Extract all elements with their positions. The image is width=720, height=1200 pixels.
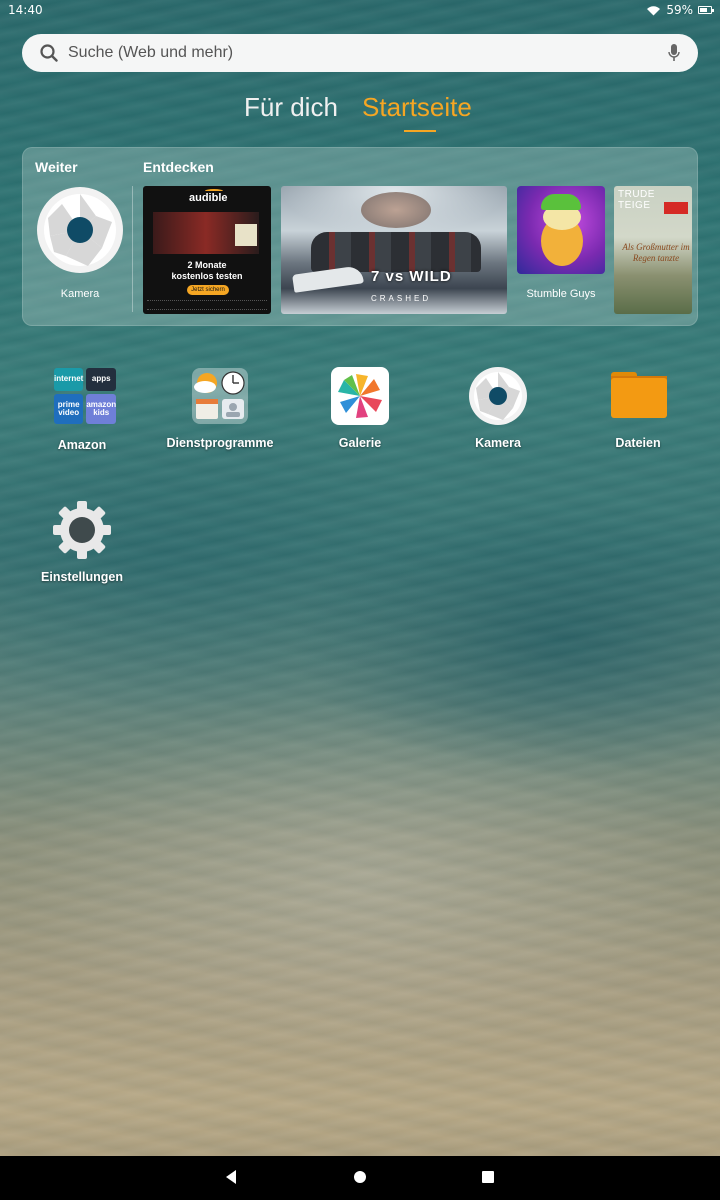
search-icon <box>40 44 58 62</box>
camera-shutter-icon <box>37 187 123 273</box>
app-label: Dateien <box>615 436 661 450</box>
stumble-guys-label: Stumble Guys <box>526 288 596 300</box>
wifi-icon <box>647 5 661 15</box>
audible-fine-print <box>147 300 267 310</box>
app-dienstprogramme[interactable]: Dienstprogramme <box>160 366 280 450</box>
show-poster-face <box>361 192 431 228</box>
show-title: 7 vs WILD <box>371 268 452 285</box>
continue-heading: Weiter <box>35 159 78 175</box>
discover-heading: Entdecken <box>143 159 214 175</box>
app-label: Galerie <box>338 436 382 450</box>
navigation-bar <box>0 1156 720 1200</box>
back-icon[interactable] <box>224 1169 238 1185</box>
book-title: Als Großmutter im Regen tanzte <box>622 242 690 263</box>
app-galerie[interactable]: Galerie <box>300 366 420 450</box>
search-input[interactable]: Suche (Web und mehr) <box>68 44 668 62</box>
search-bar[interactable]: Suche (Web und mehr) <box>22 34 698 72</box>
utilities-folder-icon <box>190 366 250 426</box>
stumble-guys-icon <box>517 186 605 274</box>
discover-panel: Weiter Entdecken Kamera audible 2 Monate… <box>22 147 698 326</box>
amazon-folder-icon: internet apps prime video amazon kids <box>52 368 117 428</box>
audible-cta-button[interactable]: Jetzt sichern <box>187 285 229 295</box>
continue-app-kamera[interactable]: Kamera <box>35 186 125 306</box>
apps-tile: apps <box>86 368 117 391</box>
book-card[interactable]: TRUDE TEIGE Als Großmutter im Regen tanz… <box>614 186 692 314</box>
seven-vs-wild-card[interactable]: 7 vs WILD CRASHED <box>281 186 507 314</box>
app-kamera[interactable]: Kamera <box>438 366 558 450</box>
battery-percent: 59% <box>666 3 693 17</box>
status-bar: 14:40 59% <box>0 0 720 20</box>
home-tabs: Für dich Startseite <box>0 88 720 138</box>
battery-icon <box>698 6 714 14</box>
app-label: Kamera <box>475 436 521 450</box>
prime-video-tile: prime video <box>54 393 84 424</box>
audible-logo: audible <box>189 192 228 204</box>
audible-promo-card[interactable]: audible 2 Monate kostenlos testen Jetzt … <box>143 186 271 314</box>
bestseller-badge <box>664 202 688 214</box>
app-label: Amazon <box>57 438 107 452</box>
recents-icon[interactable] <box>481 1169 495 1185</box>
tab-startseite[interactable]: Startseite <box>362 92 472 123</box>
home-icon[interactable] <box>353 1169 367 1185</box>
settings-gear-icon <box>52 500 112 560</box>
book-author-first: TRUDE <box>618 189 655 200</box>
show-subtitle: CRASHED <box>371 294 432 303</box>
gallery-pinwheel-icon <box>330 366 390 426</box>
app-amazon[interactable]: internet apps prime video amazon kids Am… <box>22 366 142 452</box>
microphone-icon[interactable] <box>668 44 680 62</box>
app-einstellungen[interactable]: Einstellungen <box>22 500 142 584</box>
internet-tile: internet <box>54 368 84 391</box>
active-tab-indicator <box>404 130 436 132</box>
tab-fuer-dich[interactable]: Für dich <box>244 92 338 123</box>
files-folder-icon <box>608 366 668 426</box>
book-author-last: TEIGE <box>618 200 651 211</box>
continue-app-label: Kamera <box>60 288 100 300</box>
app-label: Einstellungen <box>41 570 123 584</box>
audible-headline-2: kostenlos testen <box>171 271 243 281</box>
audible-logo-mark <box>205 189 223 193</box>
camera-shutter-icon <box>468 366 528 426</box>
app-dateien[interactable]: Dateien <box>578 366 698 450</box>
amazon-kids-tile: amazon kids <box>86 393 117 424</box>
show-poster-plane <box>292 265 364 293</box>
app-label: Dienstprogramme <box>166 436 274 450</box>
stumble-guys-card[interactable]: Stumble Guys <box>517 186 605 306</box>
audiobook-thumbnail <box>235 224 257 246</box>
show-poster-cast <box>311 232 481 272</box>
audible-headline-1: 2 Monate <box>187 260 227 270</box>
panel-divider <box>132 186 133 312</box>
status-time: 14:40 <box>8 3 43 17</box>
